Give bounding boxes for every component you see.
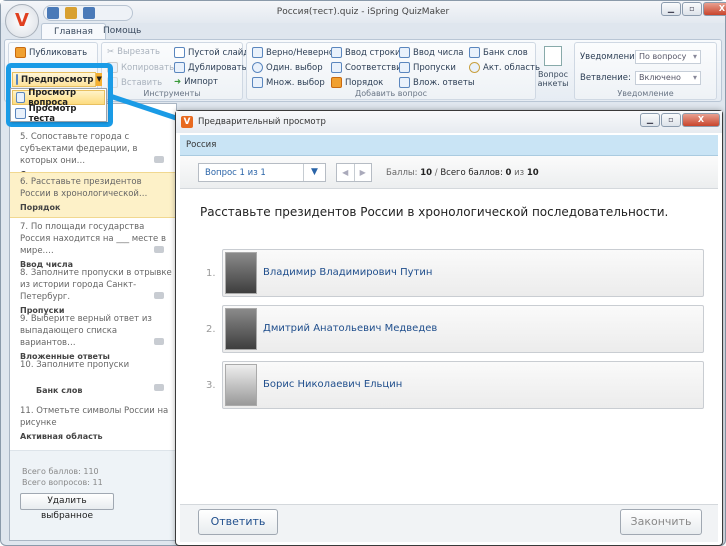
scored: 0 xyxy=(505,168,512,178)
question-nav: ◀ ▶ xyxy=(336,163,372,182)
score-info: Баллы: 10 / Всего баллов: 0 из 10 xyxy=(386,168,539,178)
close-button[interactable]: X xyxy=(682,113,720,127)
question-select-value: Вопрос 1 из 1 xyxy=(205,168,266,178)
chevron-down-icon: ▼ xyxy=(303,164,325,181)
portrait-image xyxy=(225,252,257,294)
minimize-button[interactable]: ▁ xyxy=(640,113,660,127)
answer-text: Дмитрий Анатольевич Медведев xyxy=(263,323,438,334)
app-logo-icon: V xyxy=(181,116,193,128)
points-label: Баллы: xyxy=(386,168,418,178)
submit-button[interactable]: Ответить xyxy=(198,509,278,535)
magnifier-icon xyxy=(16,74,18,85)
answer-text: Владимир Владимирович Путин xyxy=(263,267,433,278)
player-toolbar: Вопрос 1 из 1 ▼ ◀ ▶ Баллы: 10 / Всего балл… xyxy=(180,156,718,189)
answer-number: 1. xyxy=(206,268,216,279)
answer-item[interactable]: Дмитрий Анатольевич Медведев xyxy=(222,305,704,353)
portrait-image xyxy=(225,364,257,406)
answer-number: 2. xyxy=(206,324,216,335)
player-footer: Ответить Закончить xyxy=(180,504,718,542)
answer-text: Борис Николаевич Ельцин xyxy=(263,379,403,390)
menu-item-preview-test[interactable]: Просмотр теста xyxy=(12,103,105,124)
question-select[interactable]: Вопрос 1 из 1 ▼ xyxy=(198,163,326,182)
preview-menu: Просмотр вопроса Просмотр теста xyxy=(10,88,107,124)
of: из xyxy=(514,168,525,178)
separator: / xyxy=(434,168,438,178)
dialog-title: Предварительный просмотр xyxy=(198,117,326,127)
label: Просмотр теста xyxy=(28,103,77,124)
maximize-button[interactable]: ▫ xyxy=(661,113,681,127)
prev-button[interactable]: ◀ xyxy=(337,164,355,181)
total: 10 xyxy=(526,168,539,178)
dialog-window-controls: ▁ ▫ X xyxy=(640,113,720,127)
dialog-title-bar: V Предварительный просмотр ▁ ▫ X xyxy=(176,111,722,133)
magnifier-icon xyxy=(15,108,26,119)
answer-number: 3. xyxy=(206,380,216,391)
quiz-title: Россия xyxy=(180,135,718,156)
finish-button[interactable]: Закончить xyxy=(620,509,702,535)
question-text: Расставьте президентов России в хронолог… xyxy=(200,205,669,219)
preview-dialog: V Предварительный просмотр ▁ ▫ X Россия Во… xyxy=(175,110,723,546)
dropdown-arrow-icon[interactable]: ▼ xyxy=(96,73,102,86)
answer-item[interactable]: Владимир Владимирович Путин xyxy=(222,249,704,297)
points: 10 xyxy=(420,168,433,178)
preview-button[interactable]: Предпросмотр ▼ xyxy=(12,72,102,87)
total-label: Всего баллов: xyxy=(440,168,503,178)
preview-label: Предпросмотр xyxy=(21,74,94,85)
magnifier-icon xyxy=(16,92,26,103)
portrait-image xyxy=(225,308,257,350)
next-button[interactable]: ▶ xyxy=(355,164,372,181)
answer-item[interactable]: Борис Николаевич Ельцин xyxy=(222,361,704,409)
